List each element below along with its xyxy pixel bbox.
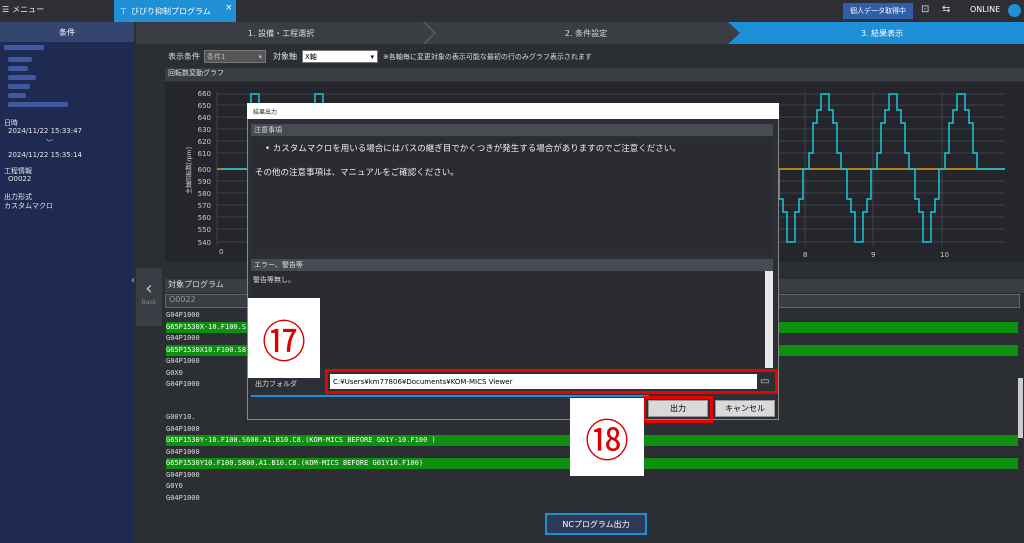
y-tick: 550 xyxy=(198,226,211,234)
program-line[interactable]: G04P1000 xyxy=(166,493,1018,504)
chevron-down-icon: ▾ xyxy=(370,52,374,61)
program-line[interactable]: G0Y0 xyxy=(166,481,1018,492)
sidebar xyxy=(0,22,134,543)
error-scrollbar[interactable] xyxy=(765,271,773,368)
date-end: 2024/11/22 15:35:14 xyxy=(8,151,83,159)
process-value: O0022 xyxy=(8,175,32,183)
monitor-icon[interactable] xyxy=(1008,4,1021,17)
output-folder-label: 出力フォルダ xyxy=(255,380,297,388)
bullet-icon: • xyxy=(265,144,273,154)
program-icon: ⊤ xyxy=(120,6,127,16)
display-condition-value: 条件1 xyxy=(207,52,226,61)
error-box xyxy=(251,271,773,368)
graph-title: 回転数変動グラフ xyxy=(165,68,1024,81)
step-arrow-icon xyxy=(423,22,437,44)
x-tick: 0 xyxy=(219,248,223,256)
tab-label: びびり抑制プログラム xyxy=(130,6,211,16)
dialog-title: 結果出力 xyxy=(247,103,779,119)
x-tick: 10 xyxy=(940,251,949,259)
sidebar-header: 条件 xyxy=(0,22,134,42)
tab-close-icon[interactable]: × xyxy=(225,3,233,13)
hamburger-icon: ☰ xyxy=(2,5,10,14)
error-text: 警告等無し。 xyxy=(253,276,295,284)
y-tick: 540 xyxy=(198,239,211,247)
dialog-divider xyxy=(251,395,649,397)
note-1-text: カスタムマクロを用いる場合にはパスの継ぎ目でかくつきが発生する場合がありますので… xyxy=(272,144,681,154)
blurred-text xyxy=(8,57,32,62)
y-tick: 600 xyxy=(198,166,211,174)
back-label: Back xyxy=(141,299,157,306)
step-arrow-icon xyxy=(728,22,748,44)
callout-17: ⑰ xyxy=(248,298,320,378)
program-scrollbar[interactable] xyxy=(1018,378,1023,438)
cancel-button[interactable]: キャンセル xyxy=(715,400,775,417)
menu-button[interactable]: ☰ メニュー xyxy=(2,4,44,15)
callout-18: ⑱ xyxy=(570,398,644,476)
y-tick: 650 xyxy=(198,102,211,110)
display-condition-label: 表示条件 xyxy=(168,52,200,61)
error-header: エラー、警告等 xyxy=(251,259,773,271)
y-tick: 660 xyxy=(198,90,211,98)
y-axis-label: 主軸回転数[rpm] xyxy=(185,147,193,194)
book-icon[interactable]: ⊡ xyxy=(921,4,929,15)
chevron-down-icon: ﹀ xyxy=(46,139,53,147)
target-axis-select[interactable]: X軸 ▾ xyxy=(302,50,378,63)
chevron-left-icon: ‹ xyxy=(145,278,153,299)
nc-program-output-button[interactable]: NCプログラム出力 xyxy=(545,513,647,535)
x-tick: 8 xyxy=(803,251,807,259)
step-2[interactable]: 2. 条件設定 xyxy=(436,22,736,44)
y-tick: 570 xyxy=(198,202,211,210)
display-condition-select[interactable]: 条件1 ▾ xyxy=(204,50,266,63)
note-item-1: • カスタムマクロを用いる場合にはパスの継ぎ目でかくつきが発生する場合があります… xyxy=(265,142,681,154)
blurred-text xyxy=(8,102,68,107)
transfer-icon[interactable]: ⇆ xyxy=(942,4,950,15)
y-tick: 560 xyxy=(198,214,211,222)
back-button[interactable]: ‹ Back xyxy=(136,268,162,326)
output-format-value: カスタムマクロ xyxy=(4,202,53,210)
blurred-text xyxy=(4,45,44,50)
folder-highlight-box xyxy=(325,369,778,394)
step-1[interactable]: 1. 設備・工程選択 xyxy=(136,22,426,44)
y-tick: 620 xyxy=(198,138,211,146)
blurred-text xyxy=(8,84,30,89)
personal-data-badge: 個人データ取得中 xyxy=(843,3,913,19)
output-highlight-box xyxy=(643,396,713,423)
rpm-series-right xyxy=(775,93,1005,243)
menu-label: メニュー xyxy=(12,5,45,14)
notes-header: 注意事項 xyxy=(251,124,773,136)
chevron-down-icon: ▾ xyxy=(258,52,262,61)
blurred-text xyxy=(8,75,36,80)
target-axis-label: 対象軸 xyxy=(273,52,297,61)
blurred-text xyxy=(8,66,28,71)
step-3[interactable]: 3. 結果表示 xyxy=(740,22,1024,44)
date-start: 2024/11/22 15:33:47 xyxy=(8,127,83,135)
x-tick: 9 xyxy=(871,251,875,259)
online-status: ONLINE xyxy=(970,5,1001,14)
tab-chatter-program[interactable]: ⊤ びびり抑制プログラム xyxy=(114,0,236,22)
y-tick: 580 xyxy=(198,190,211,198)
note-item-2: その他の注意事項は、マニュアルをご確認ください。 xyxy=(255,168,459,178)
y-tick: 590 xyxy=(198,178,211,186)
notes-box xyxy=(251,137,773,255)
y-tick: 630 xyxy=(198,126,211,134)
target-axis-value: X軸 xyxy=(305,52,317,61)
y-tick: 610 xyxy=(198,150,211,158)
y-tick: 640 xyxy=(198,114,211,122)
blurred-text xyxy=(8,93,26,98)
collapse-chevron-icon[interactable]: ‹ xyxy=(131,275,135,286)
axis-note: ※各軸毎に変更対象の表示可能な最初の行のみグラフ表示されます xyxy=(383,53,592,61)
